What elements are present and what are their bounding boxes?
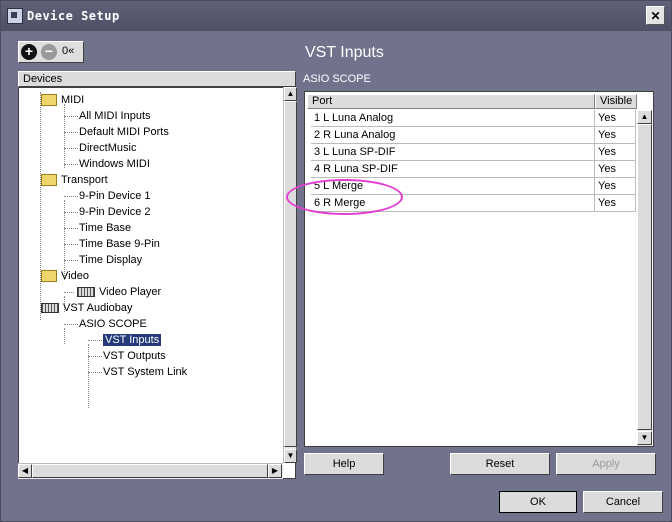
title-bar[interactable]: Device Setup ✕ — [1, 1, 671, 31]
table-row[interactable]: 4 R Luna SP-DIF Yes — [311, 161, 636, 178]
device-setup-window: Device Setup ✕ + − 0« VST Inputs Devices… — [0, 0, 672, 522]
tree-connector — [40, 92, 41, 320]
section-label: ASIO SCOPE — [303, 73, 371, 85]
tree-item-time-base-9-pin[interactable]: Time Base 9-Pin — [64, 236, 160, 252]
folder-icon — [41, 270, 57, 283]
tree-item-vst-outputs[interactable]: VST Outputs — [88, 348, 166, 364]
ok-button[interactable]: OK — [499, 491, 577, 513]
folder-icon — [41, 94, 57, 107]
visible-cell[interactable]: Yes — [595, 144, 636, 161]
port-cell: 4 R Luna SP-DIF — [311, 161, 595, 178]
scroll-up-icon[interactable]: ▲ — [637, 110, 652, 124]
table-vertical-scrollbar[interactable]: ▲ ▼ — [637, 110, 652, 446]
tree-item-video[interactable]: Video — [41, 268, 89, 284]
scroll-right-icon[interactable]: ▶ — [268, 464, 282, 478]
dialog-content: + − 0« VST Inputs Devices MIDI All MIDI … — [5, 33, 667, 517]
audio-device-icon — [41, 303, 59, 314]
column-header-port[interactable]: Port — [307, 94, 595, 109]
tree-item-default-midi-ports[interactable]: Default MIDI Ports — [64, 124, 169, 140]
tree-item-time-display[interactable]: Time Display — [64, 252, 142, 268]
ports-table[interactable]: Port Visible 1 L Luna Analog Yes 2 R Lun… — [304, 91, 654, 447]
table-row[interactable]: 3 L Luna SP-DIF Yes — [311, 144, 636, 161]
scroll-left-icon[interactable]: ◀ — [18, 464, 32, 478]
panel-title: VST Inputs — [305, 44, 384, 61]
tree-vertical-scrollbar[interactable]: ▲ ▼ — [283, 87, 297, 463]
add-device-button[interactable]: + — [21, 44, 37, 60]
tree-horizontal-scrollbar[interactable]: ◀ ▶ — [18, 463, 283, 479]
visible-cell[interactable]: Yes — [595, 161, 636, 178]
scroll-down-icon[interactable]: ▼ — [284, 449, 297, 463]
visible-cell[interactable]: Yes — [595, 195, 636, 212]
column-header-visible[interactable]: Visible — [595, 94, 637, 109]
video-device-icon — [77, 287, 95, 298]
port-cell: 3 L Luna SP-DIF — [311, 144, 595, 161]
tree-item-transport[interactable]: Transport — [41, 172, 108, 188]
cancel-button[interactable]: Cancel — [583, 491, 663, 513]
tree-item-9-pin-device-2[interactable]: 9-Pin Device 2 — [64, 204, 151, 220]
help-button[interactable]: Help — [304, 453, 384, 475]
port-cell: 2 R Luna Analog — [311, 127, 595, 144]
scroll-thumb[interactable] — [284, 101, 297, 447]
apply-button[interactable]: Apply — [556, 453, 656, 475]
tree-item-video-player[interactable]: Video Player — [64, 284, 161, 300]
device-tree[interactable]: MIDI All MIDI Inputs Default MIDI Ports … — [18, 87, 296, 479]
tree-item-windows-midi[interactable]: Windows MIDI — [64, 156, 150, 172]
tree-item-vst-inputs[interactable]: VST Inputs — [88, 332, 162, 348]
tree-item-9-pin-device-1[interactable]: 9-Pin Device 1 — [64, 188, 151, 204]
visible-cell[interactable]: Yes — [595, 110, 636, 127]
device-toolbar: + − 0« — [18, 41, 84, 63]
app-icon — [7, 8, 23, 24]
tree-item-vst-audiobay[interactable]: VST Audiobay — [41, 300, 133, 316]
window-title: Device Setup — [27, 9, 120, 23]
remove-device-button[interactable]: − — [41, 44, 57, 60]
table-row[interactable]: 2 R Luna Analog Yes — [311, 127, 636, 144]
tree-item-vst-system-link[interactable]: VST System Link — [88, 364, 187, 380]
folder-icon — [41, 174, 57, 187]
tree-item-all-midi-inputs[interactable]: All MIDI Inputs — [64, 108, 151, 124]
tree-item-asio-scope[interactable]: ASIO SCOPE — [64, 316, 147, 332]
collapse-counter[interactable]: 0« — [62, 45, 74, 57]
tree-item-time-base[interactable]: Time Base — [64, 220, 131, 236]
tree-item-midi[interactable]: MIDI — [41, 92, 84, 108]
visible-cell[interactable]: Yes — [595, 178, 636, 195]
port-cell: 1 L Luna Analog — [311, 110, 595, 127]
close-button[interactable]: ✕ — [646, 6, 665, 25]
visible-cell[interactable]: Yes — [595, 127, 636, 144]
scroll-up-icon[interactable]: ▲ — [284, 87, 297, 101]
table-row[interactable]: 1 L Luna Analog Yes — [311, 110, 636, 127]
reset-button[interactable]: Reset — [450, 453, 550, 475]
scroll-thumb[interactable] — [32, 464, 268, 478]
tree-item-directmusic[interactable]: DirectMusic — [64, 140, 136, 156]
devices-header: Devices — [18, 71, 296, 87]
scroll-down-icon[interactable]: ▼ — [637, 431, 652, 445]
highlight-ellipse — [286, 179, 403, 215]
scroll-thumb[interactable] — [637, 124, 652, 430]
